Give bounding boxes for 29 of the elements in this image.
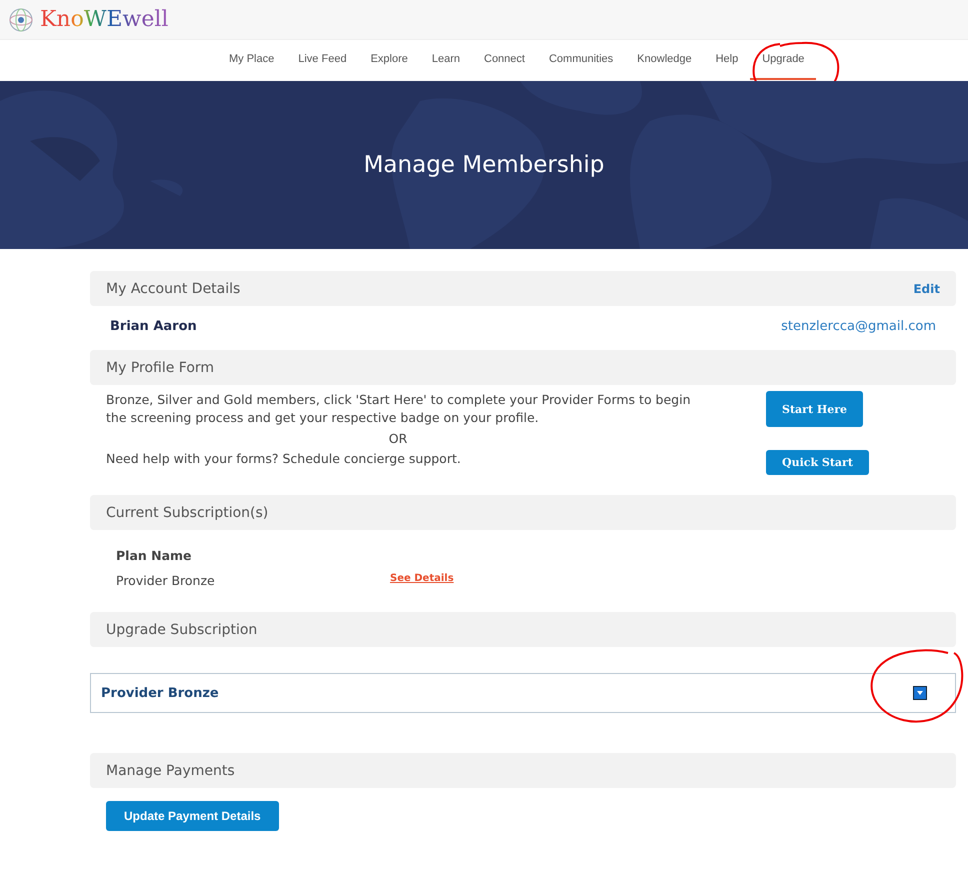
action-button[interactable]: Start Here <box>766 391 864 427</box>
plan-name: Provider Bronze <box>116 573 216 588</box>
section-title: Manage Payments <box>106 762 235 778</box>
nav-tab[interactable]: My Place <box>217 40 286 80</box>
details-link[interactable]: See Details <box>390 573 454 588</box>
section-title: My Profile Form <box>106 360 214 376</box>
plan-select[interactable]: Provider Bronze <box>90 673 956 713</box>
email-link[interactable]: stenzlercca@gmail.com <box>781 319 936 337</box>
section-title: My Account Details <box>106 280 240 296</box>
column-header: Plan Name <box>116 548 193 563</box>
account-name: Brian Aaron <box>110 319 197 336</box>
nav-tab[interactable]: Knowledge <box>625 40 704 80</box>
section-title: Current Subscription(s) <box>106 504 268 520</box>
action-button[interactable]: Quick Start <box>766 450 869 475</box>
edit-link[interactable]: Edit <box>913 282 940 296</box>
nav-tab[interactable]: Connect <box>472 40 537 80</box>
nav-tab[interactable]: Live Feed <box>286 40 359 80</box>
section-title: Upgrade Subscription <box>106 622 258 638</box>
instruction-text: Bronze, Silver and Gold members, click 'Start Here' to complete your Provider Forms to begin the screening process and get your respective badge on your profile. <box>106 391 692 427</box>
instruction-text: Need help with your forms? Schedule concierge support. <box>106 450 462 468</box>
logo-icon <box>8 6 34 32</box>
nav-tab[interactable]: Learn <box>420 40 472 80</box>
page-title: Manage Membership <box>364 152 604 178</box>
update-payment-button[interactable]: Update Payment Details <box>106 801 279 831</box>
caret-icon <box>913 686 927 700</box>
separator-text: OR <box>388 431 408 446</box>
nav-tab[interactable]: Explore <box>358 40 420 80</box>
nav-tab[interactable]: Communities <box>536 40 626 80</box>
nav-tab[interactable]: Help <box>704 40 750 80</box>
